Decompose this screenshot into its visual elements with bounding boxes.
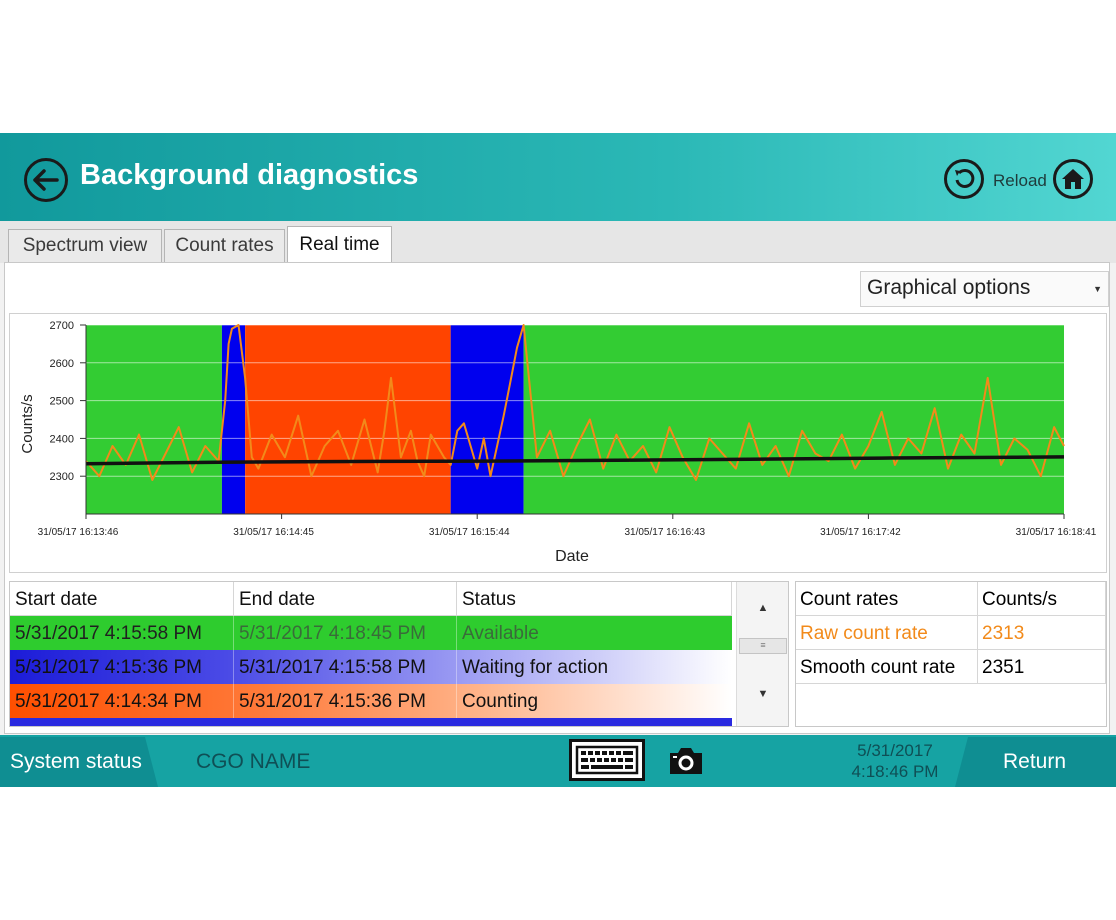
status-band-waiting-for-action (450, 325, 524, 514)
scroll-up-icon[interactable]: ▲ (737, 602, 788, 614)
table-scrollbar[interactable]: ▲ ≡ ▼ (736, 582, 788, 726)
table-row-partial (10, 718, 732, 726)
rate-row-raw: Raw count rate 2313 (796, 616, 1106, 650)
app-window: Background diagnostics Reload Spectrum v… (0, 133, 1116, 787)
column-header-count-rates: Count rates (796, 582, 978, 616)
rates-header-row: Count rates Counts/s (796, 582, 1106, 616)
current-date: 5/31/2017 (857, 741, 933, 760)
graphical-options-label: Graphical options (867, 276, 1031, 299)
camera-button[interactable] (667, 745, 705, 777)
start-date-cell: 5/31/2017 4:14:34 PM (10, 684, 234, 718)
status-history-table: Start date End date Status 5/31/2017 4:1… (9, 581, 789, 727)
footer-bar: System status CGO NAME 5/31/2017 4:18:46… (0, 735, 1116, 787)
cgo-name-label: CGO NAME (196, 750, 311, 773)
y-tick-label: 2400 (50, 433, 74, 445)
real-time-panel: Graphical options ▼ 2300 2400 2500 2600 2700… (4, 262, 1110, 734)
reload-label[interactable]: Reload (993, 171, 1047, 191)
realtime-chart: 2300 2400 2500 2600 2700 31/05/17 16:13:46 31… (9, 313, 1107, 573)
rate-row-smooth: Smooth count rate 2351 (796, 650, 1106, 684)
scrollbar-thumb[interactable]: ≡ (739, 638, 787, 654)
y-tick-label: 2500 (50, 396, 74, 408)
status-cell: Waiting for action (462, 657, 609, 678)
column-header-counts-per-second: Counts/s (978, 582, 1106, 616)
column-header-start-date[interactable]: Start date (10, 582, 234, 616)
tab-spectrum-view[interactable]: Spectrum view (8, 229, 162, 262)
chart-svg: 23002400250026002700 31/05/17 16:13:46 31… (19, 320, 1097, 565)
status-cell: Available (462, 623, 539, 644)
end-date-cell: 5/31/2017 4:15:58 PM (234, 650, 457, 684)
status-band-available (523, 325, 1064, 514)
y-tick-label: 2700 (50, 320, 74, 332)
back-button[interactable] (24, 158, 68, 202)
end-date-cell: 5/31/2017 4:15:36 PM (234, 684, 457, 718)
arrow-left-icon (33, 169, 59, 191)
x-axis-label: Date (555, 548, 589, 565)
y-tick-label: 2300 (50, 471, 74, 483)
status-band-counting (245, 325, 451, 514)
tab-bar: Spectrum view Count rates Real time (0, 221, 1116, 263)
raw-count-rate-value: 2313 (978, 616, 1106, 650)
system-status-button[interactable]: System status (0, 737, 158, 787)
reload-button[interactable] (944, 159, 984, 199)
header-bar: Background diagnostics Reload (0, 133, 1116, 221)
smooth-count-rate-value: 2351 (978, 650, 1106, 684)
x-tick-label: 31/05/17 16:15:44 (429, 527, 510, 538)
keyboard-button[interactable] (569, 739, 645, 781)
column-header-end-date[interactable]: End date (234, 582, 457, 616)
y-tick-labels: 2300 2400 2500 2600 2700 (50, 320, 86, 483)
table-row[interactable]: 5/31/2017 4:14:34 PM 5/31/2017 4:15:36 P… (10, 684, 732, 718)
home-button[interactable] (1053, 159, 1093, 199)
start-date-cell: 5/31/2017 4:15:58 PM (10, 616, 234, 650)
table-row[interactable]: 5/31/2017 4:15:58 PM 5/31/2017 4:18:45 P… (10, 616, 732, 650)
x-tick-label: 31/05/17 16:14:45 (233, 527, 314, 538)
x-tick-label: 31/05/17 16:18:41 (1016, 527, 1097, 538)
smooth-count-rate-label: Smooth count rate (796, 650, 978, 684)
status-band-available (86, 325, 222, 514)
scroll-down-icon[interactable]: ▼ (737, 688, 788, 700)
camera-icon (670, 748, 702, 774)
x-tick-label: 31/05/17 16:13:46 (38, 527, 119, 538)
end-date-cell: 5/31/2017 4:18:45 PM (234, 616, 457, 650)
chevron-down-icon: ▼ (1093, 284, 1102, 294)
table-row[interactable]: 5/31/2017 4:15:36 PM 5/31/2017 4:15:58 P… (10, 650, 732, 684)
page-title: Background diagnostics (80, 159, 419, 191)
date-time-display: 5/31/2017 4:18:46 PM (830, 740, 960, 782)
tab-count-rates[interactable]: Count rates (164, 229, 285, 262)
graphical-options-dropdown[interactable]: Graphical options ▼ (860, 271, 1109, 307)
y-axis-label: Counts/s (19, 394, 36, 453)
home-icon (1062, 169, 1084, 189)
status-bands (86, 325, 1064, 514)
x-tick-labels: 31/05/17 16:13:46 31/05/17 16:14:45 31/05/… (38, 514, 1097, 538)
table-header-row: Start date End date Status (10, 582, 732, 616)
column-header-status[interactable]: Status (457, 582, 732, 616)
status-cell: Counting (462, 691, 539, 712)
tab-real-time[interactable]: Real time (287, 226, 392, 263)
reload-icon (955, 168, 975, 188)
return-button[interactable]: Return (955, 737, 1116, 787)
x-tick-label: 31/05/17 16:16:43 (624, 527, 705, 538)
x-tick-label: 31/05/17 16:17:42 (820, 527, 901, 538)
raw-count-rate-label: Raw count rate (796, 616, 978, 650)
y-tick-label: 2600 (50, 358, 74, 370)
current-time: 4:18:46 PM (851, 762, 939, 781)
start-date-cell: 5/31/2017 4:15:36 PM (10, 650, 234, 684)
keyboard-icon (575, 745, 639, 775)
count-rates-table: Count rates Counts/s Raw count rate 2313… (795, 581, 1107, 727)
